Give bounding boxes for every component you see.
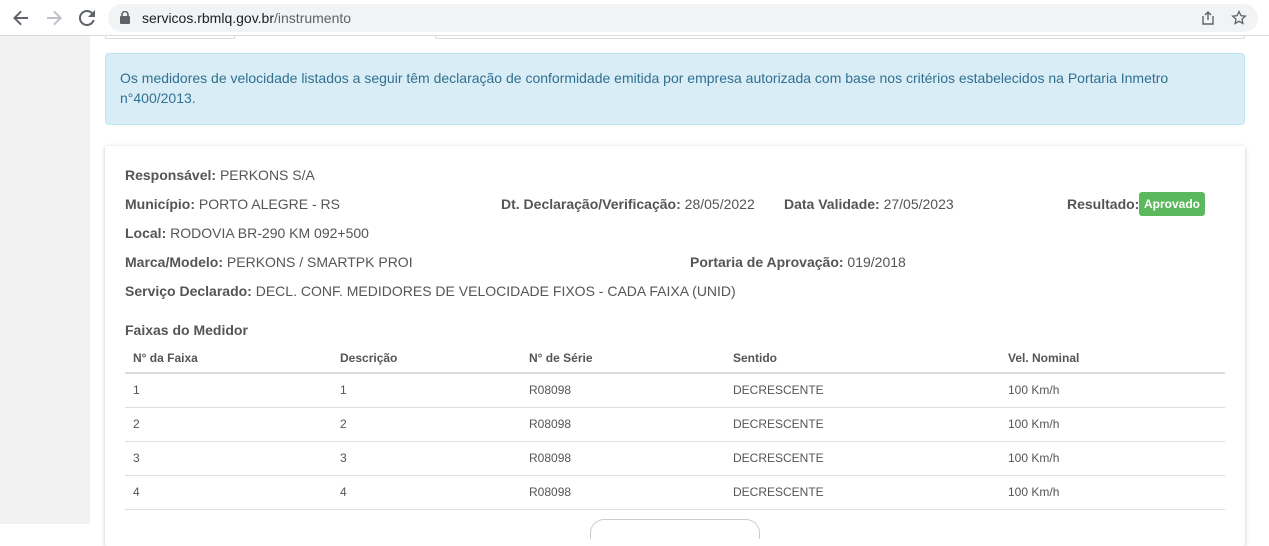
table-cell: DECRESCENTE <box>725 407 1000 442</box>
instrument-panel: Responsável: PERKONS S/A Município: PORT… <box>105 146 1245 546</box>
column-header: Sentido <box>725 343 1000 374</box>
tab-edge-right <box>435 36 1245 39</box>
dt-declaracao-value: 28/05/2022 <box>684 196 755 212</box>
field-responsavel: Responsável: PERKONS S/A <box>125 167 315 183</box>
column-header: Descrição <box>332 343 521 374</box>
faixas-table: N° da Faixa Descrição N° de Série Sentid… <box>125 343 1225 510</box>
table-cell: 3 <box>125 441 332 476</box>
info-alert: Os medidores de velocidade listados a se… <box>105 53 1245 125</box>
column-header: N° de Série <box>521 343 725 374</box>
forward-arrow-icon[interactable] <box>42 6 66 30</box>
marca-label: Marca/Modelo: <box>125 254 224 270</box>
table-cell: 1 <box>125 373 332 408</box>
resultado-label: Resultado: <box>1067 196 1140 212</box>
table-cell: R08098 <box>521 475 725 510</box>
table-cell: R08098 <box>521 373 725 408</box>
portaria-label: Portaria de Aprovação: <box>690 254 844 270</box>
data-validade-label: Data Validade: <box>784 196 880 212</box>
table-row: 4 4 R08098 DECRESCENTE 100 Km/h <box>125 475 1225 510</box>
servico-label: Serviço Declarado: <box>125 283 252 299</box>
info-alert-text: Os medidores de velocidade listados a se… <box>120 70 1169 106</box>
field-municipio: Município: PORTO ALEGRE - RS <box>125 196 340 212</box>
field-portaria: Portaria de Aprovação: 019/2018 <box>690 254 906 270</box>
marca-value: PERKONS / SMARTPK PROI <box>226 254 413 270</box>
lock-icon[interactable] <box>120 10 130 29</box>
portaria-value: 019/2018 <box>847 254 906 270</box>
field-servico: Serviço Declarado: DECL. CONF. MEDIDORES… <box>125 283 736 299</box>
url-path: /instrumento <box>274 10 352 26</box>
table-cell: 100 Km/h <box>1000 475 1225 510</box>
municipio-value: PORTO ALEGRE - RS <box>198 196 340 212</box>
status-badge: Aprovado <box>1139 192 1206 216</box>
local-label: Local: <box>125 225 167 241</box>
browser-toolbar: servicos.rbmlq.gov.br/instrumento <box>0 0 1269 36</box>
field-resultado: Resultado: <box>1067 196 1139 212</box>
field-local: Local: RODOVIA BR-290 KM 092+500 <box>125 225 369 241</box>
field-marca-modelo: Marca/Modelo: PERKONS / SMARTPK PROI <box>125 254 413 270</box>
table-row: 3 3 R08098 DECRESCENTE 100 Km/h <box>125 441 1225 476</box>
table-cell: 4 <box>332 475 521 510</box>
table-cell: DECRESCENTE <box>725 475 1000 510</box>
local-value: RODOVIA BR-290 KM 092+500 <box>170 225 369 241</box>
address-bar[interactable]: servicos.rbmlq.gov.br/instrumento <box>108 4 1258 32</box>
table-cell: 4 <box>125 475 332 510</box>
table-cell: DECRESCENTE <box>725 441 1000 476</box>
table-cell: DECRESCENTE <box>725 373 1000 408</box>
table-cell: 100 Km/h <box>1000 407 1225 442</box>
field-dt-declaracao: Dt. Declaração/Verificação: 28/05/2022 <box>501 196 755 212</box>
table-cell: 3 <box>332 441 521 476</box>
table-cell: R08098 <box>521 441 725 476</box>
data-validade-value: 27/05/2023 <box>883 196 954 212</box>
tab-edge-left <box>105 36 235 39</box>
table-cell: 100 Km/h <box>1000 441 1225 476</box>
table-cell: 2 <box>332 407 521 442</box>
dt-declaracao-label: Dt. Declaração/Verificação: <box>501 196 681 212</box>
page-background: Os medidores de velocidade listados a se… <box>0 36 1269 546</box>
share-icon[interactable] <box>1198 8 1218 28</box>
table-row: 1 1 R08098 DECRESCENTE 100 Km/h <box>125 373 1225 408</box>
table-cell: 1 <box>332 373 521 408</box>
table-cell: 2 <box>125 407 332 442</box>
url-text[interactable]: servicos.rbmlq.gov.br/instrumento <box>142 10 351 26</box>
faixas-title: Faixas do Medidor <box>125 322 248 338</box>
url-host: servicos.rbmlq.gov.br <box>142 10 275 26</box>
municipio-label: Município: <box>125 196 195 212</box>
field-data-validade: Data Validade: 27/05/2023 <box>784 196 954 212</box>
back-arrow-icon[interactable] <box>9 6 33 30</box>
column-header: Vel. Nominal <box>1000 343 1225 374</box>
responsavel-label: Responsável: <box>125 167 217 183</box>
reload-icon[interactable] <box>75 6 99 30</box>
column-header: N° da Faixa <box>125 343 332 374</box>
main-content: Os medidores de velocidade listados a se… <box>90 36 1269 546</box>
table-cell: 100 Km/h <box>1000 373 1225 408</box>
table-header-row: N° da Faixa Descrição N° de Série Sentid… <box>125 343 1225 374</box>
table-row: 2 2 R08098 DECRESCENTE 100 Km/h <box>125 407 1225 442</box>
responsavel-value: PERKONS S/A <box>219 167 315 183</box>
servico-value: DECL. CONF. MEDIDORES DE VELOCIDADE FIXO… <box>255 283 736 299</box>
table-cell: R08098 <box>521 407 725 442</box>
star-icon[interactable] <box>1229 8 1249 28</box>
pagination-control[interactable] <box>590 519 760 539</box>
